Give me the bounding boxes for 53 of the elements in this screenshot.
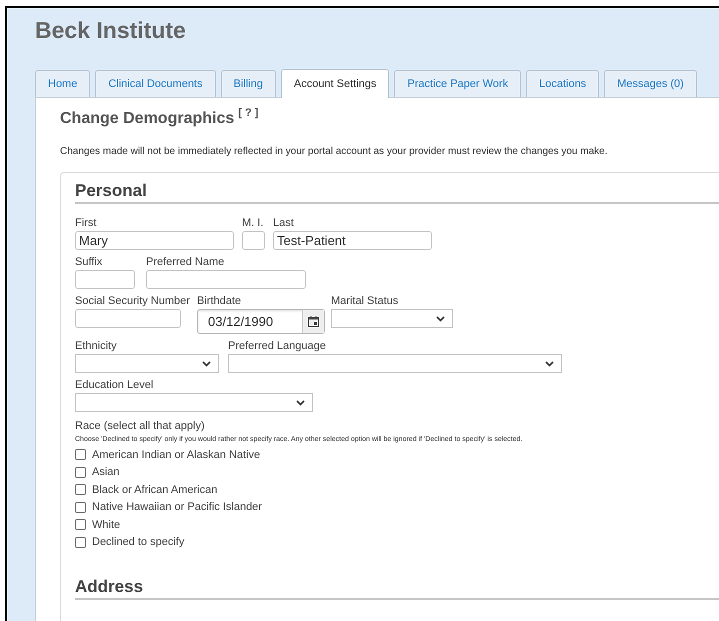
date-field[interactable]: 03/12/1990 — [197, 309, 325, 334]
field-label: Last — [273, 217, 295, 231]
field-label: Suffix — [75, 256, 104, 270]
checkbox[interactable] — [75, 519, 86, 530]
checkbox[interactable] — [75, 484, 86, 496]
dropdown[interactable] — [331, 309, 453, 328]
section-heading: Address — [75, 577, 719, 600]
text-field[interactable]: Mary — [75, 231, 234, 250]
chevron-icon — [202, 360, 211, 366]
text-field[interactable] — [242, 231, 265, 250]
field-label: Ethnicity — [75, 340, 118, 354]
tab[interactable]: Messages (0) — [604, 70, 697, 97]
checkbox[interactable] — [75, 502, 86, 513]
checkbox[interactable] — [75, 536, 86, 548]
tab[interactable]: Home — [35, 70, 90, 97]
checkbox-label: American Indian or Alaskan Native — [92, 448, 260, 461]
field-label: Preferred Name — [146, 256, 226, 270]
field-label: Education Level — [75, 379, 154, 393]
help-link[interactable]: [ ? ] — [238, 107, 258, 119]
checkbox-label: Native Hawaiian or Pacific Islander — [92, 501, 262, 514]
field-label: Preferred Language — [228, 340, 327, 354]
text-field[interactable] — [75, 270, 135, 289]
checkbox-label: Asian — [92, 466, 120, 478]
tab[interactable]: Clinical Documents — [95, 70, 216, 97]
chevron-icon — [296, 400, 305, 406]
field-label: First — [75, 217, 98, 231]
text-field[interactable] — [75, 309, 181, 328]
checkbox[interactable] — [75, 466, 86, 478]
text-field[interactable] — [146, 270, 306, 289]
checkbox[interactable] — [75, 449, 86, 460]
section-heading: Personal — [75, 181, 719, 204]
tab[interactable]: Account Settings — [280, 69, 390, 98]
dropdown[interactable] — [75, 354, 219, 373]
field-label: M. I. — [242, 217, 264, 231]
field-label: Birthdate — [197, 295, 242, 309]
checkbox-label: Black or African American — [92, 484, 218, 496]
checkbox-label: White — [92, 518, 120, 531]
calendar-icon — [308, 316, 319, 327]
field-label: Race (select all that apply) — [75, 420, 206, 432]
notice-text: Changes made will not be immediately reflected in your portal account as your provider must review the changes you make. — [60, 146, 608, 157]
dropdown[interactable] — [75, 393, 313, 412]
field-label: Social Security Number — [75, 295, 191, 309]
field-label: Marital Status — [331, 295, 400, 309]
text-field[interactable]: Test-Patient — [273, 231, 432, 250]
site-title: Beck Institute — [35, 16, 187, 45]
chevron-icon — [545, 360, 554, 366]
checkbox-label: Declined to specify — [92, 536, 184, 548]
page-heading: Change Demographics — [60, 110, 234, 128]
dropdown[interactable] — [228, 354, 562, 373]
tab[interactable]: Billing — [220, 70, 276, 97]
chevron-icon — [436, 316, 445, 322]
tab[interactable]: Locations — [526, 70, 600, 97]
tab[interactable]: Practice Paper Work — [394, 70, 522, 97]
